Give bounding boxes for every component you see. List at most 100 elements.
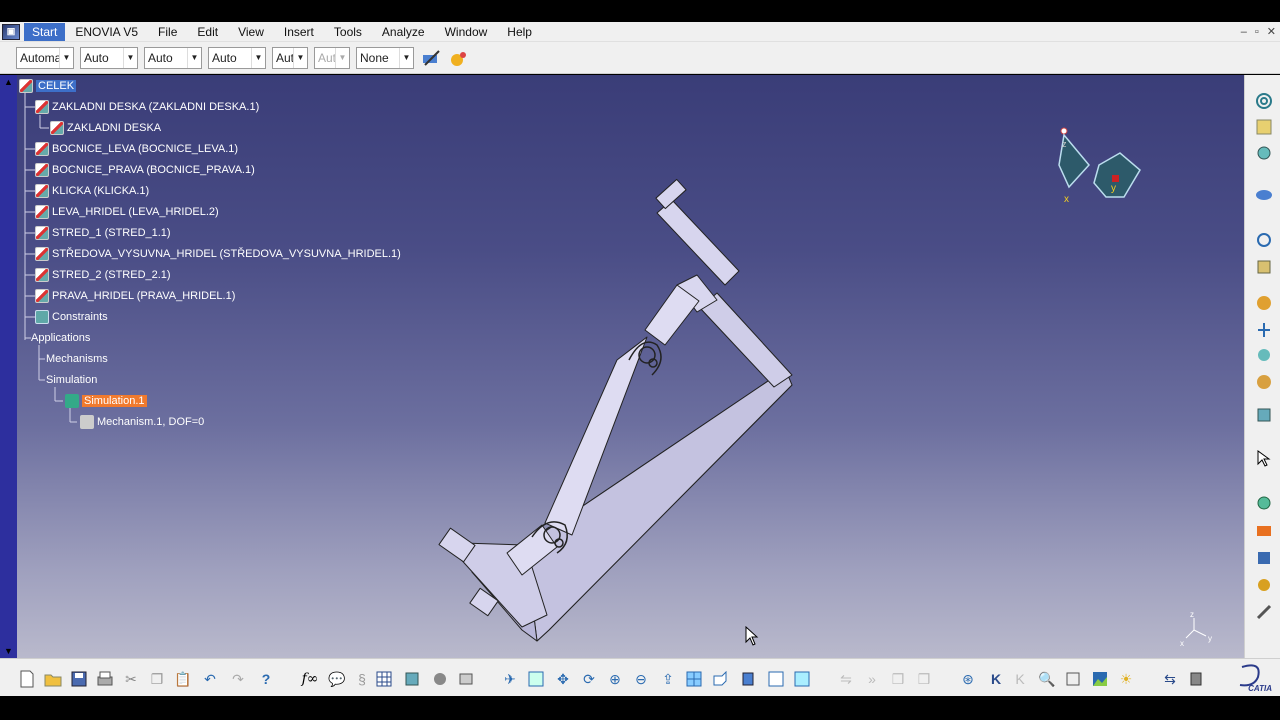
right-toolbar — [1244, 75, 1280, 658]
menu-window[interactable]: Window — [435, 23, 498, 41]
whats-this-icon[interactable]: ? — [256, 669, 276, 689]
compass-x-label: x — [1064, 194, 1069, 205]
3d-viewport[interactable]: CELEK ZAKLADNI DESKA (ZAKLADNI DESKA.1) … — [17, 75, 1244, 658]
zoom-area-icon[interactable]: 🔍 — [1037, 669, 1057, 689]
copy-icon[interactable]: ❐ — [147, 669, 167, 689]
play-icon[interactable]: ⇋ — [836, 669, 856, 689]
select-icon[interactable] — [1253, 448, 1275, 468]
catalog-icon[interactable] — [402, 669, 422, 689]
undo-icon[interactable]: ↶ — [200, 669, 220, 689]
menu-help[interactable]: Help — [497, 23, 542, 41]
menu-tools[interactable]: Tools — [324, 23, 372, 41]
compass-handle[interactable] — [1060, 127, 1068, 135]
hide-show-icon[interactable] — [766, 669, 786, 689]
back-icon[interactable]: K — [986, 669, 1006, 689]
menu-analyze[interactable]: Analyze — [372, 23, 435, 41]
redo-icon[interactable]: ↷ — [228, 669, 248, 689]
scroll-up-icon[interactable]: ▲ — [4, 77, 13, 87]
fixed-icon[interactable] — [1253, 257, 1275, 277]
catia-logo: CATIA — [1236, 663, 1272, 693]
replay-icon[interactable] — [1253, 521, 1275, 541]
transparency-dropdown[interactable]: Auto ▼ — [80, 46, 138, 69]
save-icon[interactable] — [69, 669, 89, 689]
comment-icon[interactable]: 💬 — [327, 669, 347, 689]
menu-edit[interactable]: Edit — [187, 23, 228, 41]
menu-enovia[interactable]: ENOVIA V5 — [65, 23, 148, 41]
zoom-in-icon[interactable]: ⊕ — [605, 669, 625, 689]
print-icon[interactable] — [95, 669, 115, 689]
simulate-icon[interactable] — [1253, 293, 1275, 313]
compass-z-label: z — [1062, 139, 1067, 149]
magnify-icon[interactable] — [1063, 669, 1083, 689]
point-symbol-dropdown[interactable]: Aut ▼ — [272, 46, 308, 69]
formula-icon[interactable]: f∞ — [300, 669, 320, 689]
compass-y-label: y — [1111, 183, 1116, 194]
line-type-dropdown[interactable]: Auto ▼ — [208, 46, 266, 69]
assembly-icon[interactable] — [1253, 117, 1275, 137]
new-icon[interactable] — [17, 669, 37, 689]
spiral-icon[interactable] — [1253, 91, 1275, 111]
axis-triad: z x y — [1180, 610, 1212, 648]
catalog-browser-icon[interactable] — [1253, 548, 1275, 568]
disabled-dropdown[interactable]: Aut ▼ — [314, 46, 350, 69]
product-icon[interactable] — [1253, 143, 1275, 163]
scroll-down-icon[interactable]: ▼ — [4, 646, 13, 656]
restore-button[interactable]: ▫ — [1255, 22, 1259, 42]
pan-icon[interactable]: ✥ — [553, 669, 573, 689]
snap-icon[interactable] — [1186, 669, 1206, 689]
previous-icon[interactable]: » — [862, 669, 882, 689]
multi-view-icon[interactable] — [684, 669, 704, 689]
compile-icon[interactable] — [1253, 405, 1275, 425]
joint-icon[interactable] — [1253, 230, 1275, 250]
iso-view-icon[interactable] — [710, 669, 730, 689]
paste-icon[interactable]: 📋 — [173, 669, 193, 689]
painter-icon[interactable] — [420, 47, 442, 69]
catia-app-icon[interactable]: ▣ — [2, 23, 20, 40]
menu-start[interactable]: Start — [24, 22, 66, 41]
rotate-icon[interactable]: ⟳ — [579, 669, 599, 689]
layer-dropdown[interactable]: None ▼ — [356, 46, 414, 69]
tool-icon[interactable] — [1253, 602, 1275, 622]
swap-space-icon[interactable] — [792, 669, 812, 689]
next-icon[interactable]: ❒ — [914, 669, 934, 689]
target-icon[interactable]: ⊛ — [958, 669, 978, 689]
measure-icon[interactable] — [430, 669, 450, 689]
update-icon[interactable] — [1253, 493, 1275, 513]
minimize-button[interactable]: – — [1241, 22, 1247, 42]
kinematics-icon[interactable] — [1253, 185, 1275, 205]
close-button[interactable]: ✕ — [1267, 22, 1276, 42]
menu-file[interactable]: File — [148, 23, 187, 41]
menu-view[interactable]: View — [228, 23, 274, 41]
analysis-icon[interactable] — [1253, 345, 1275, 365]
graphic-properties-icon[interactable] — [448, 47, 470, 69]
sectioning-icon[interactable] — [456, 669, 476, 689]
swap-icon[interactable]: ⇆ — [1160, 669, 1180, 689]
clash-icon[interactable] — [1253, 372, 1275, 392]
knowledge-icon[interactable]: § — [352, 669, 372, 689]
zoom-out-icon[interactable]: ⊖ — [631, 669, 651, 689]
screen-bottom-border — [0, 696, 1280, 720]
side-plate-right[interactable] — [699, 292, 793, 388]
triad-z-label: z — [1190, 610, 1194, 619]
shading-icon[interactable] — [738, 669, 758, 689]
tree-scrollbar[interactable]: ▲ ▼ — [0, 75, 17, 658]
sensor-icon[interactable] — [1253, 320, 1275, 340]
normal-view-icon[interactable]: ⇪ — [658, 669, 678, 689]
mouse-cursor-icon — [745, 626, 759, 646]
crank-arm[interactable] — [656, 199, 740, 286]
compass-widget[interactable]: z x y — [1054, 125, 1154, 215]
menu-insert[interactable]: Insert — [274, 23, 324, 41]
fly-mode-icon[interactable]: ✈ — [500, 669, 520, 689]
fit-all-icon[interactable] — [526, 669, 546, 689]
triad-x-label: x — [1180, 639, 1184, 648]
first-icon[interactable]: ❒ — [888, 669, 908, 689]
line-thickness-dropdown[interactable]: Auto ▼ — [144, 46, 202, 69]
cut-icon[interactable]: ✂ — [121, 669, 141, 689]
table-icon[interactable] — [374, 669, 394, 689]
open-icon[interactable] — [43, 669, 63, 689]
image-icon[interactable] — [1090, 669, 1110, 689]
color-dropdown[interactable]: Automa ▼ — [16, 46, 74, 69]
light-icon[interactable]: ☀ — [1116, 669, 1136, 689]
forward-icon[interactable]: K — [1010, 669, 1030, 689]
parts-icon[interactable] — [1253, 575, 1275, 595]
